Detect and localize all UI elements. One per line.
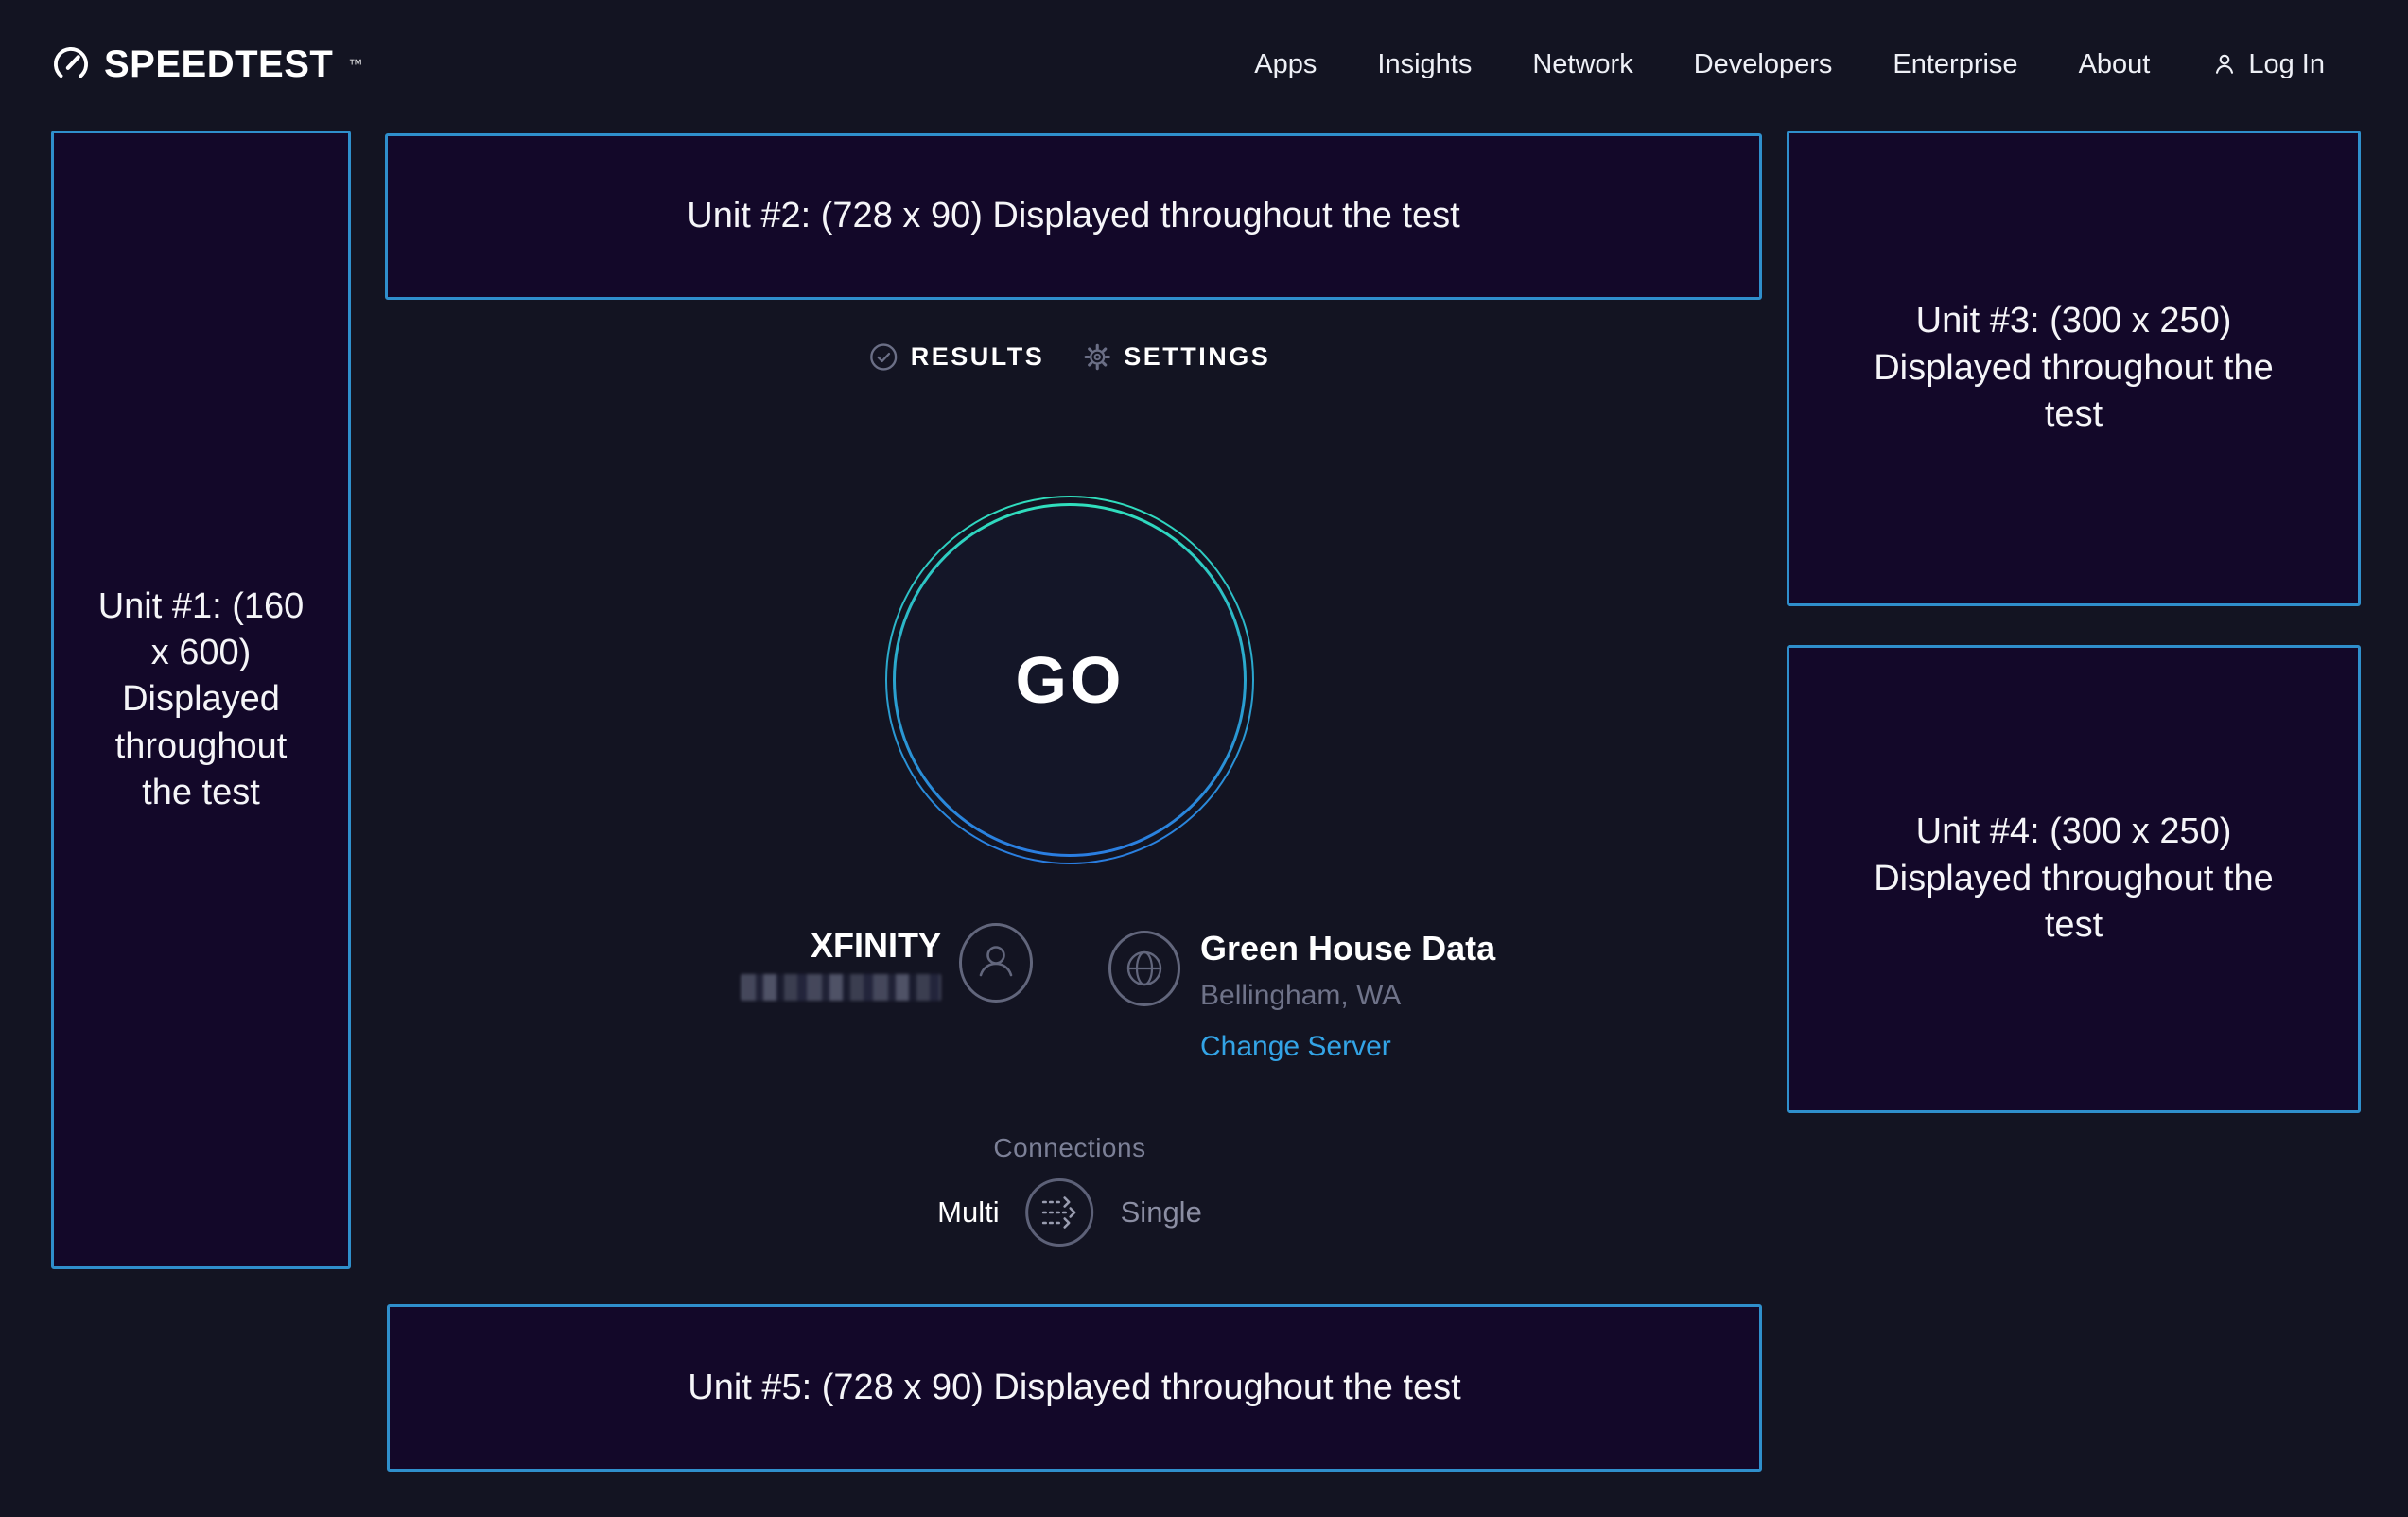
connections-title: Connections <box>993 1133 1145 1163</box>
tab-settings[interactable]: SETTINGS <box>1082 342 1270 372</box>
login-button[interactable]: Log In <box>2210 49 2325 80</box>
ad-unit-3-text: Unit #3: (300 x 250) Displayed throughou… <box>1870 298 2278 438</box>
user-icon <box>2210 50 2239 78</box>
nav-item-apps[interactable]: Apps <box>1254 49 1317 80</box>
speedtest-page: SPEEDTEST ™ Apps Insights Network Develo… <box>0 0 2408 1517</box>
server-info: Green House Data Bellingham, WA Change S… <box>1108 928 1495 1063</box>
main-nav: Apps Insights Network Developers Enterpr… <box>1254 49 2325 80</box>
go-button-label: GO <box>1016 642 1125 718</box>
ad-unit-4-text: Unit #4: (300 x 250) Displayed throughou… <box>1870 809 2278 949</box>
ad-unit-1-text: Unit #1: (160 x 600) Displayed throughou… <box>97 584 305 817</box>
connections-toggle-button[interactable] <box>1024 1177 1096 1248</box>
speedometer-icon <box>51 44 91 84</box>
tab-results[interactable]: RESULTS <box>869 342 1045 372</box>
multi-stream-arrows-icon <box>1024 1177 1096 1248</box>
nav-item-enterprise[interactable]: Enterprise <box>1893 49 2017 80</box>
login-label: Log In <box>2248 49 2325 80</box>
nav-item-insights[interactable]: Insights <box>1377 49 1472 80</box>
change-server-link[interactable]: Change Server <box>1200 1031 1391 1063</box>
check-circle-icon <box>869 342 899 372</box>
tabs-bar: RESULTS <box>869 342 1271 372</box>
ad-unit-5-text: Unit #5: (728 x 90) Displayed throughout… <box>688 1365 1460 1411</box>
redacted-ip-text <box>741 974 941 1001</box>
brand-logo[interactable]: SPEEDTEST ™ <box>51 44 362 86</box>
ad-unit-2-text: Unit #2: (728 x 90) Displayed throughout… <box>687 193 1459 239</box>
globe-icon <box>1108 931 1181 1006</box>
connections-multi-label[interactable]: Multi <box>937 1195 999 1229</box>
nav-item-network[interactable]: Network <box>1532 49 1632 80</box>
ad-unit-3: Unit #3: (300 x 250) Displayed throughou… <box>1787 131 2361 606</box>
gear-icon <box>1082 342 1111 372</box>
go-button[interactable]: GO <box>885 496 1254 864</box>
isp-name: XFINITY <box>811 925 941 966</box>
brand-name: SPEEDTEST <box>104 44 333 86</box>
server-name: Green House Data <box>1200 928 1495 968</box>
tab-results-label: RESULTS <box>911 342 1045 372</box>
brand-trademark: ™ <box>348 57 362 73</box>
ad-unit-4: Unit #4: (300 x 250) Displayed throughou… <box>1787 645 2361 1113</box>
ad-unit-1: Unit #1: (160 x 600) Displayed throughou… <box>51 131 351 1269</box>
header: SPEEDTEST ™ Apps Insights Network Develo… <box>0 0 2408 129</box>
ad-unit-5: Unit #5: (728 x 90) Displayed throughout… <box>387 1304 1762 1472</box>
tab-settings-label: SETTINGS <box>1124 342 1270 372</box>
isp-user-icon <box>958 922 1034 1003</box>
connections-single-label[interactable]: Single <box>1121 1195 1202 1229</box>
ad-unit-2: Unit #2: (728 x 90) Displayed throughout… <box>385 133 1762 300</box>
nav-item-about[interactable]: About <box>2079 49 2151 80</box>
isp-info: XFINITY <box>741 922 1034 1003</box>
nav-item-developers[interactable]: Developers <box>1694 49 1833 80</box>
connections-toggle-row: Multi Single <box>937 1177 1202 1248</box>
server-location: Bellingham, WA <box>1200 980 1401 1012</box>
